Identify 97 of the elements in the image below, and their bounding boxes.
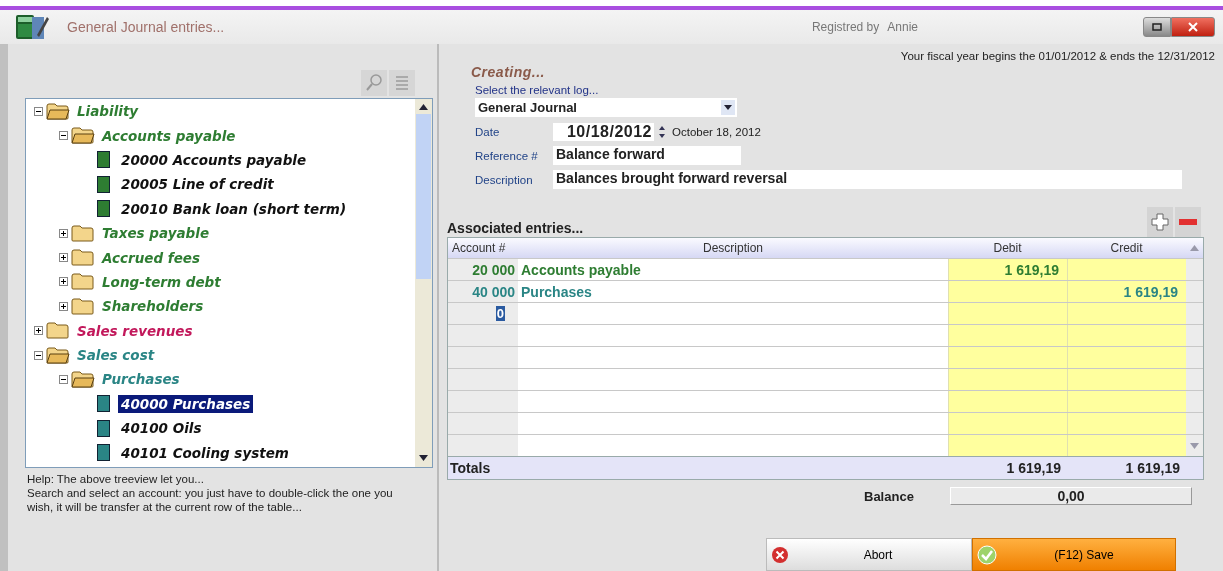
account-icon	[97, 444, 110, 462]
scroll-down-icon[interactable]	[419, 455, 428, 461]
table-cell	[448, 369, 518, 390]
scroll-up-icon[interactable]	[419, 104, 428, 110]
collapse-icon[interactable]	[59, 375, 68, 384]
user-name: Annie	[887, 20, 918, 34]
table-cell: 1 619,19	[948, 259, 1067, 280]
cancel-icon	[771, 545, 789, 564]
help-text: Search and select an account: you just have to double-click the one you wish, it will be transfer at the current row of the table...	[27, 486, 394, 514]
folder-icon	[71, 297, 95, 315]
collapse-icon[interactable]	[34, 106, 43, 116]
totals-label: Totals	[449, 460, 492, 476]
tree-account[interactable]: 40101 Cooling system	[118, 443, 292, 462]
fiscal-year-text: Your fiscal year begins the 01/01/2012 & ends the 12/31/2012	[900, 50, 1215, 62]
table-cell[interactable]: 0	[448, 303, 518, 324]
window-icon	[1152, 23, 1162, 31]
date-field[interactable]: 10/18/2012	[553, 122, 654, 141]
save-button[interactable]: (F12) Save	[972, 538, 1176, 571]
table-cell	[448, 413, 518, 434]
folder-icon	[46, 322, 70, 340]
total-credit: 1 619,19	[1124, 460, 1181, 476]
log-dropdown[interactable]: General Journal	[475, 98, 737, 117]
tree-folder[interactable]: Taxes payable	[99, 224, 213, 243]
account-icon	[97, 419, 110, 437]
balance-label: Balance	[864, 488, 915, 504]
abort-button[interactable]: Abort	[766, 538, 972, 571]
calculator-icon	[15, 13, 49, 41]
close-icon	[1188, 22, 1198, 32]
open-folder-icon	[46, 102, 70, 120]
folder-icon	[71, 249, 95, 267]
open-folder-icon	[71, 127, 95, 145]
log-label: Select the relevant log...	[475, 84, 600, 96]
folder-icon	[71, 224, 95, 242]
window-title: General Journal entries...	[67, 19, 225, 35]
total-debit: 1 619,19	[1005, 460, 1062, 476]
description-label: Description	[475, 173, 534, 186]
collapse-icon[interactable]	[59, 131, 68, 141]
balance-field: 0,00	[950, 487, 1192, 505]
tree-account[interactable]: 20010 Bank loan (short term)	[118, 199, 350, 218]
table-cell	[448, 347, 518, 368]
tree-account[interactable]: 20000 Accounts payable	[118, 150, 310, 169]
dropdown-icon	[724, 105, 732, 110]
scrollbar[interactable]	[415, 99, 432, 467]
registered-label: Registred by	[811, 20, 880, 34]
tree-folder[interactable]: Shareholders	[99, 297, 207, 316]
cell-cursor[interactable]: 0	[495, 306, 505, 321]
tree-account[interactable]: 20005 Line of credit	[118, 175, 277, 194]
tree-folder[interactable]: Purchases	[99, 370, 183, 389]
expand-icon[interactable]	[59, 301, 68, 311]
tree-folder[interactable]: Long-term debt	[99, 272, 224, 291]
table-cell	[448, 325, 518, 346]
tree-folder[interactable]: Liability	[74, 102, 142, 121]
account-icon	[97, 175, 110, 193]
date-label: Date	[475, 125, 501, 138]
tree-folder[interactable]: Accounts payable	[99, 126, 239, 145]
maximize-button[interactable]	[1143, 17, 1171, 37]
folder-icon	[71, 273, 95, 291]
tree-account[interactable]: 40100 Oils	[118, 419, 205, 438]
table-cell: 1 619,19	[1067, 281, 1186, 302]
open-folder-icon	[46, 346, 70, 364]
description-field[interactable]: Balances brought forward reversal	[553, 170, 1182, 189]
tree-folder[interactable]: Accrued fees	[99, 248, 204, 267]
tree-folder[interactable]: Sales cost	[74, 346, 158, 365]
close-button[interactable]	[1171, 17, 1215, 37]
table-cell: 40 000	[448, 281, 518, 302]
section-title: Associated entries...	[447, 220, 584, 237]
expand-icon[interactable]	[59, 277, 68, 287]
tree-folder[interactable]: Sales revenues	[74, 321, 196, 340]
account-icon	[97, 395, 110, 413]
plus-icon	[1151, 213, 1169, 231]
table-cell-text: Accounts payable	[520, 260, 642, 280]
remove-button[interactable]	[1175, 207, 1201, 237]
column-header: Debit	[992, 240, 1023, 257]
reference-label: Reference #	[475, 149, 539, 162]
account-icon	[97, 151, 110, 169]
minus-icon	[1179, 219, 1197, 225]
column-header: Account #	[451, 240, 507, 257]
column-header: Description	[702, 240, 764, 257]
help-title: Help: The above treeview let you...	[27, 472, 205, 486]
column-header: Credit	[1109, 240, 1144, 257]
expand-icon[interactable]	[34, 326, 43, 336]
status-text: Creating...	[471, 64, 546, 80]
open-folder-icon	[71, 371, 95, 388]
search-icon	[365, 73, 383, 93]
account-icon	[97, 200, 110, 218]
reference-field[interactable]: Balance forward	[553, 146, 741, 165]
list-icon	[394, 74, 410, 92]
checkmark-icon	[977, 544, 997, 565]
collapse-icon[interactable]	[34, 350, 43, 360]
tree-account[interactable]: 40000 Purchases	[118, 394, 254, 413]
add-button[interactable]	[1147, 207, 1173, 237]
expand-icon[interactable]	[59, 253, 68, 263]
table-cell-text: Purchases	[520, 282, 593, 302]
table-cell: 20 000	[448, 259, 518, 280]
table-cell	[448, 391, 518, 412]
long-date: October 18, 2012	[672, 125, 761, 138]
expand-icon[interactable]	[59, 228, 68, 238]
